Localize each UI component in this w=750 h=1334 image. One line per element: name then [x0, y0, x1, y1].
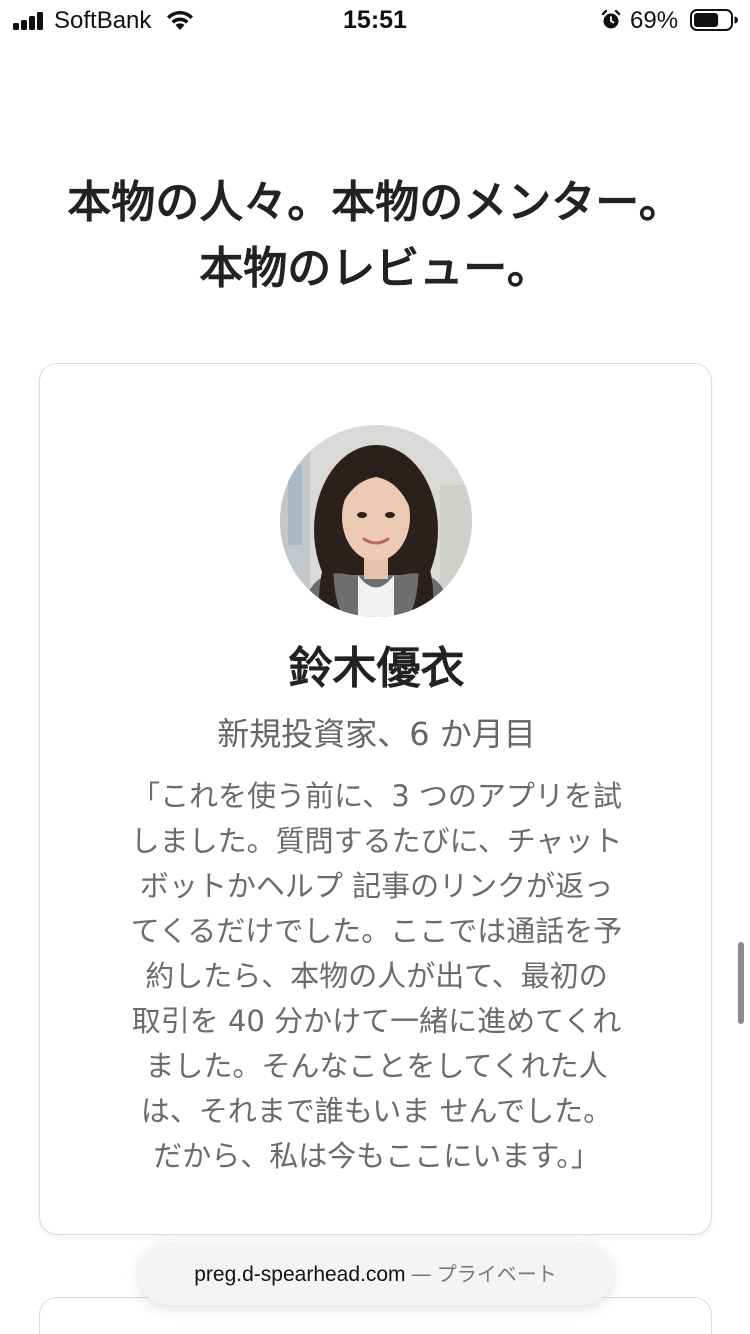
quote-line: ボットかヘルプ 記事のリンクが返っ — [139, 869, 614, 903]
quote-line: 「これを使う前に、3 つのアプリを試 — [131, 779, 622, 813]
alarm-icon — [601, 9, 621, 29]
status-bar: SoftBank 15:51 69% — [0, 0, 750, 44]
headline-line-1: 本物の人々。本物のメンター。 — [67, 177, 683, 228]
quote-line: てくるだけでした。ここでは通話を予 — [130, 914, 623, 948]
reviewer-name: 鈴木優衣 — [288, 643, 465, 694]
quote-line: 取引を 40 分かけて一緒に進めてくれ — [131, 1004, 622, 1038]
url-host: preg.d-spearhead.com — [194, 1263, 406, 1286]
reviewer-avatar — [280, 425, 472, 617]
headline-line-2: 本物のレビュー。 — [199, 243, 551, 294]
page-headline: 本物の人々。本物のメンター。 本物のレビュー。 — [0, 170, 750, 302]
scroll-indicator[interactable] — [738, 942, 744, 1024]
quote-line: しました。質問するたびに、チャット — [130, 824, 623, 858]
review-card: 鈴木優衣 新規投資家、6 か月目 「これを使う前に、3 つのアプリを試 しました… — [39, 363, 712, 1235]
private-mode-label: プライベート — [436, 1262, 557, 1286]
quote-line: ました。そんなことをしてくれた人 — [145, 1049, 608, 1083]
address-bar-pill[interactable]: preg.d-spearhead.com — プライベート — [138, 1243, 613, 1305]
quote-line: だから、私は今もここにいます。」 — [153, 1139, 600, 1173]
url-separator: — — [410, 1262, 432, 1286]
battery-percent: 69% — [630, 7, 679, 34]
quote-line: は、それまで誰もいま せんでした。 — [140, 1094, 613, 1128]
reviewer-role: 新規投資家、6 か月目 — [217, 715, 536, 753]
review-quote: 「これを使う前に、3 つのアプリを試 しました。質問するたびに、チャット ボット… — [100, 774, 653, 1179]
battery-icon — [690, 9, 738, 31]
quote-line: 約したら、本物の人が出て、最初の — [145, 959, 608, 993]
avatar-photo-image — [280, 425, 472, 617]
